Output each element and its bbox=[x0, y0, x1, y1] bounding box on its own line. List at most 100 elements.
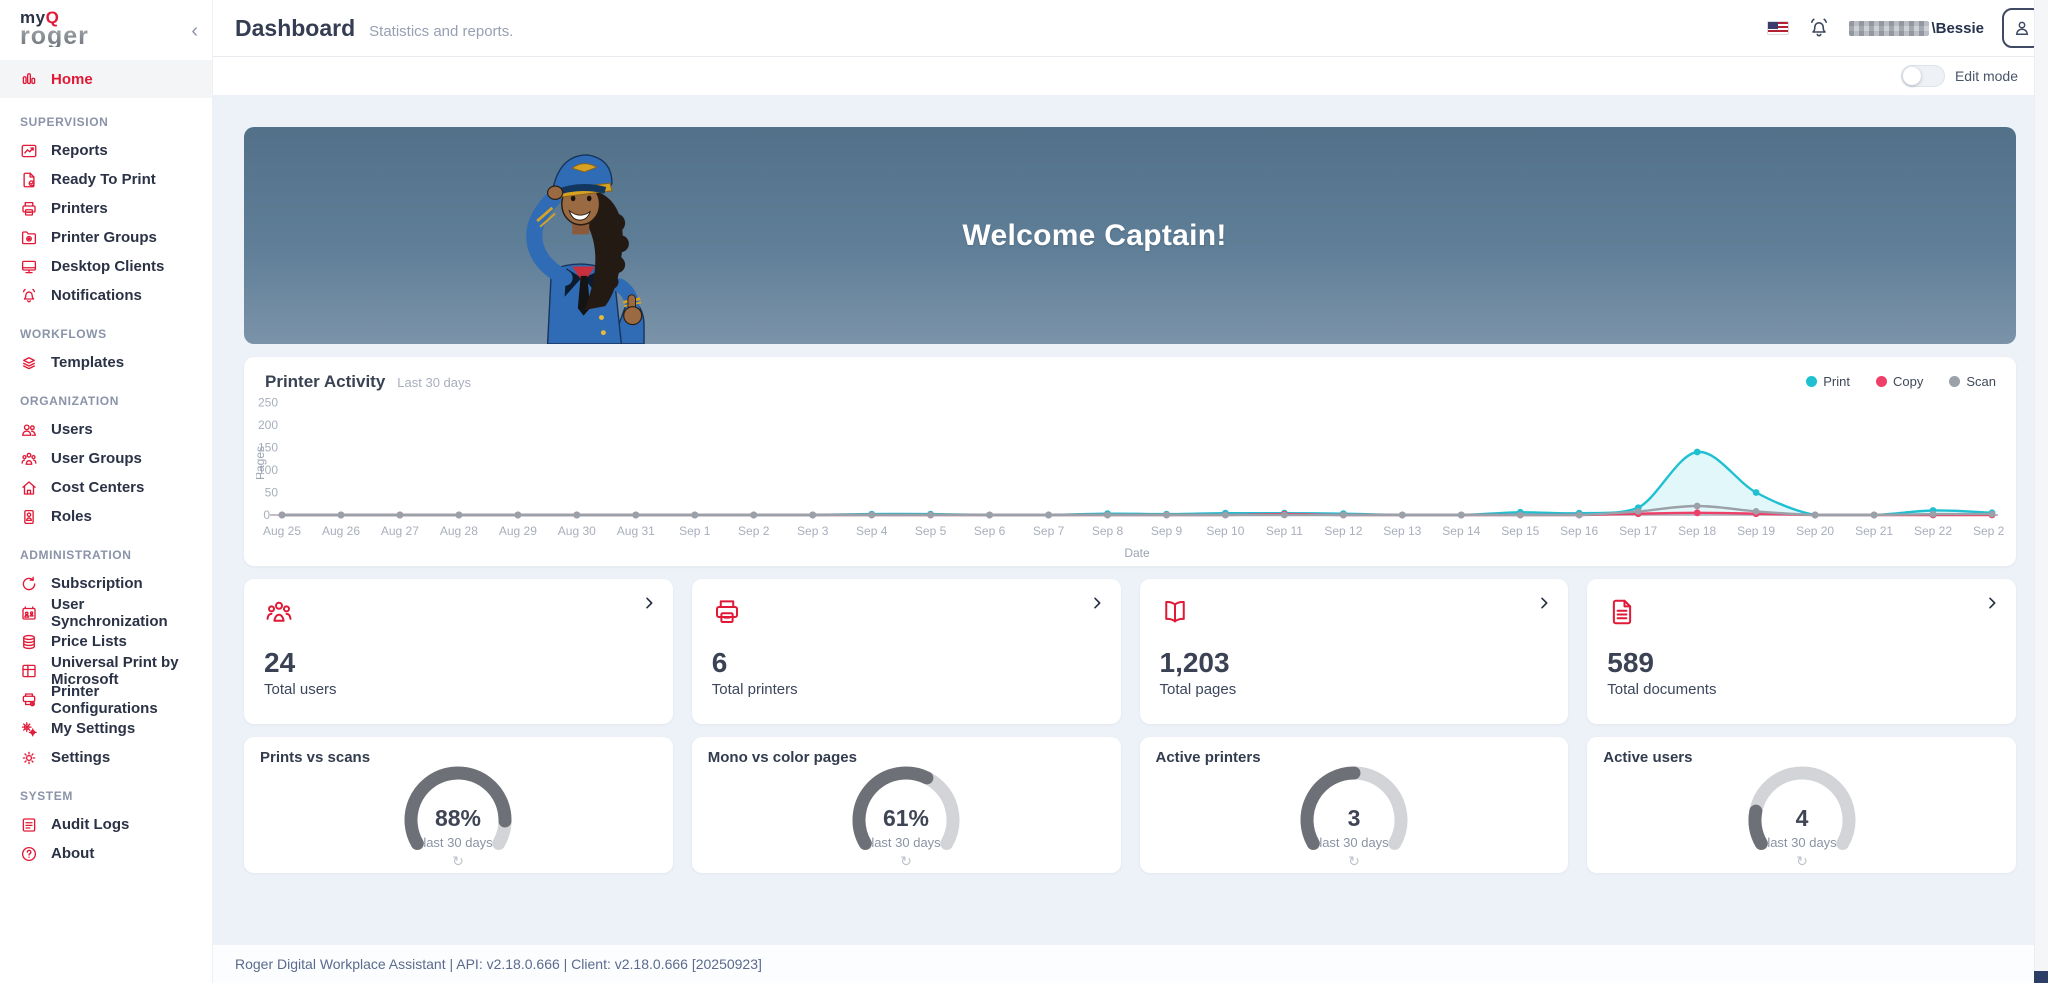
svg-text:Aug 29: Aug 29 bbox=[499, 524, 537, 538]
bell-icon bbox=[20, 287, 38, 305]
topbar: Dashboard Statistics and reports. \Bessi… bbox=[213, 0, 2048, 57]
svg-text:Sep 4: Sep 4 bbox=[856, 524, 888, 538]
sidebar-item-ready-to-print[interactable]: Ready To Print bbox=[0, 165, 212, 194]
sidebar-item-universal-print-by-microsoft[interactable]: Universal Print by Microsoft bbox=[0, 656, 212, 685]
sidebar-item-label: My Settings bbox=[51, 720, 135, 737]
sidebar-item-templates[interactable]: Templates bbox=[0, 348, 212, 377]
sidebar-item-home[interactable]: Home bbox=[0, 60, 212, 98]
notifications-bell-icon[interactable] bbox=[1807, 16, 1831, 40]
svg-text:Aug 26: Aug 26 bbox=[322, 524, 360, 538]
sidebar-item-subscription[interactable]: Subscription bbox=[0, 569, 212, 598]
sidebar-item-printer-groups[interactable]: Printer Groups bbox=[0, 223, 212, 252]
chart-subtitle: Last 30 days bbox=[397, 375, 471, 390]
sidebar-item-user-groups[interactable]: User Groups bbox=[0, 444, 212, 473]
sidebar-item-reports[interactable]: Reports bbox=[0, 136, 212, 165]
legend-scan[interactable]: Scan bbox=[1949, 374, 1996, 389]
edit-mode-toggle[interactable] bbox=[1901, 65, 1945, 87]
printer-activity-chart: 501001502002500PagesAug 25Aug 26Aug 27Au… bbox=[256, 393, 2004, 563]
stat-label: Total users bbox=[264, 681, 653, 698]
svg-text:Sep 7: Sep 7 bbox=[1033, 524, 1065, 538]
language-flag-icon[interactable] bbox=[1767, 21, 1789, 35]
chevron-right-icon[interactable] bbox=[1984, 595, 2000, 611]
legend-dot bbox=[1876, 376, 1887, 387]
svg-text:Aug 30: Aug 30 bbox=[558, 524, 596, 538]
sidebar-item-label: Reports bbox=[51, 142, 108, 159]
sidebar-item-label: User Groups bbox=[51, 450, 142, 467]
toggle-knob bbox=[1903, 67, 1921, 85]
sidebar-item-label: User Synchronization bbox=[51, 596, 192, 630]
stat-value: 6 bbox=[712, 648, 1101, 678]
user-menu[interactable]: \Bessie bbox=[1849, 20, 1984, 37]
app-root: myQ roger ‹ HomeSUPERVISIONReportsReady … bbox=[0, 0, 2048, 983]
ready-to-print-icon bbox=[20, 171, 38, 189]
captain-illustration bbox=[506, 136, 657, 344]
sidebar-item-desktop-clients[interactable]: Desktop Clients bbox=[0, 252, 212, 281]
stat-icon-wrap bbox=[712, 597, 1101, 632]
stat-cards-row: 24Total users6Total printers1,203Total p… bbox=[244, 579, 2016, 724]
logo-row: myQ roger ‹ bbox=[0, 0, 212, 58]
sidebar-item-user-synchronization[interactable]: User Synchronization bbox=[0, 598, 212, 627]
chevron-right-icon[interactable] bbox=[641, 595, 657, 611]
svg-text:Sep 12: Sep 12 bbox=[1324, 524, 1362, 538]
sidebar-item-settings[interactable]: Settings bbox=[0, 743, 212, 772]
svg-text:50: 50 bbox=[265, 486, 279, 500]
printer-icon bbox=[712, 597, 742, 627]
sidebar-item-printer-configurations[interactable]: Printer Configurations bbox=[0, 685, 212, 714]
sidebar-item-users[interactable]: Users bbox=[0, 415, 212, 444]
gauge-card-active-printers: Active printers3last 30 days↻ bbox=[1140, 737, 1569, 873]
main-column: Dashboard Statistics and reports. \Bessi… bbox=[213, 0, 2048, 983]
legend-copy[interactable]: Copy bbox=[1876, 374, 1923, 389]
svg-text:Sep 15: Sep 15 bbox=[1501, 524, 1539, 538]
book-open-icon bbox=[1160, 597, 1190, 627]
sidebar-item-label: Templates bbox=[51, 354, 124, 371]
gauge: 3last 30 days↻ bbox=[1156, 762, 1553, 876]
stat-card-total-documents[interactable]: 589Total documents bbox=[1587, 579, 2016, 724]
sidebar-item-label: Settings bbox=[51, 749, 110, 766]
chevron-right-icon[interactable] bbox=[1089, 595, 1105, 611]
scrollbar[interactable] bbox=[2034, 0, 2048, 983]
sidebar-item-cost-centers[interactable]: Cost Centers bbox=[0, 473, 212, 502]
chart-header: Printer Activity Last 30 days PrintCopyS… bbox=[244, 357, 2016, 393]
legend-dot bbox=[1949, 376, 1960, 387]
chevron-right-icon[interactable] bbox=[1536, 595, 1552, 611]
sidebar-item-label: Desktop Clients bbox=[51, 258, 164, 275]
legend-print[interactable]: Print bbox=[1806, 374, 1850, 389]
svg-text:Sep 1: Sep 1 bbox=[679, 524, 711, 538]
sidebar-section-system: SYSTEM bbox=[0, 772, 212, 810]
sidebar-item-label: Cost Centers bbox=[51, 479, 144, 496]
stat-icon-wrap bbox=[1607, 597, 1996, 632]
sidebar-collapse-icon[interactable]: ‹ bbox=[191, 18, 198, 44]
reports-icon bbox=[20, 142, 38, 160]
gauge: 61%last 30 days↻ bbox=[708, 762, 1105, 876]
refresh-icon[interactable]: ↻ bbox=[453, 853, 465, 869]
sidebar-item-my-settings[interactable]: My Settings bbox=[0, 714, 212, 743]
stat-card-total-users[interactable]: 24Total users bbox=[244, 579, 673, 724]
users-group-icon bbox=[264, 597, 294, 627]
svg-text:Sep 22: Sep 22 bbox=[1914, 524, 1952, 538]
sidebar-item-printers[interactable]: Printers bbox=[0, 194, 212, 223]
stat-value: 589 bbox=[1607, 648, 1996, 678]
gauge-subtitle: last 30 days bbox=[1767, 835, 1837, 850]
refresh-icon[interactable]: ↻ bbox=[900, 853, 912, 869]
home-icon bbox=[20, 70, 38, 88]
gauge: 4last 30 days↻ bbox=[1603, 762, 2000, 876]
page-heading: Dashboard Statistics and reports. bbox=[235, 15, 513, 42]
stat-card-total-printers[interactable]: 6Total printers bbox=[692, 579, 1121, 724]
sidebar-item-audit-logs[interactable]: Audit Logs bbox=[0, 810, 212, 839]
sidebar-item-about[interactable]: About bbox=[0, 839, 212, 868]
refresh-icon[interactable]: ↻ bbox=[1796, 853, 1808, 869]
sidebar-item-notifications[interactable]: Notifications bbox=[0, 281, 212, 310]
refresh-icon[interactable]: ↻ bbox=[1348, 853, 1360, 869]
badge-icon bbox=[20, 508, 38, 526]
svg-text:Sep 10: Sep 10 bbox=[1206, 524, 1244, 538]
svg-text:Aug 25: Aug 25 bbox=[263, 524, 301, 538]
gauge: 88%last 30 days↻ bbox=[260, 762, 657, 876]
redacted-username bbox=[1849, 21, 1929, 36]
sidebar-item-label: About bbox=[51, 845, 94, 862]
sidebar-section-organization: ORGANIZATION bbox=[0, 377, 212, 415]
stat-card-total-pages[interactable]: 1,203Total pages bbox=[1140, 579, 1569, 724]
sidebar-item-roles[interactable]: Roles bbox=[0, 502, 212, 531]
gauge-cards-row: Prints vs scans88%last 30 days↻Mono vs c… bbox=[244, 737, 2016, 873]
footer-version-text: Roger Digital Workplace Assistant | API:… bbox=[235, 956, 762, 972]
sidebar-item-price-lists[interactable]: Price Lists bbox=[0, 627, 212, 656]
